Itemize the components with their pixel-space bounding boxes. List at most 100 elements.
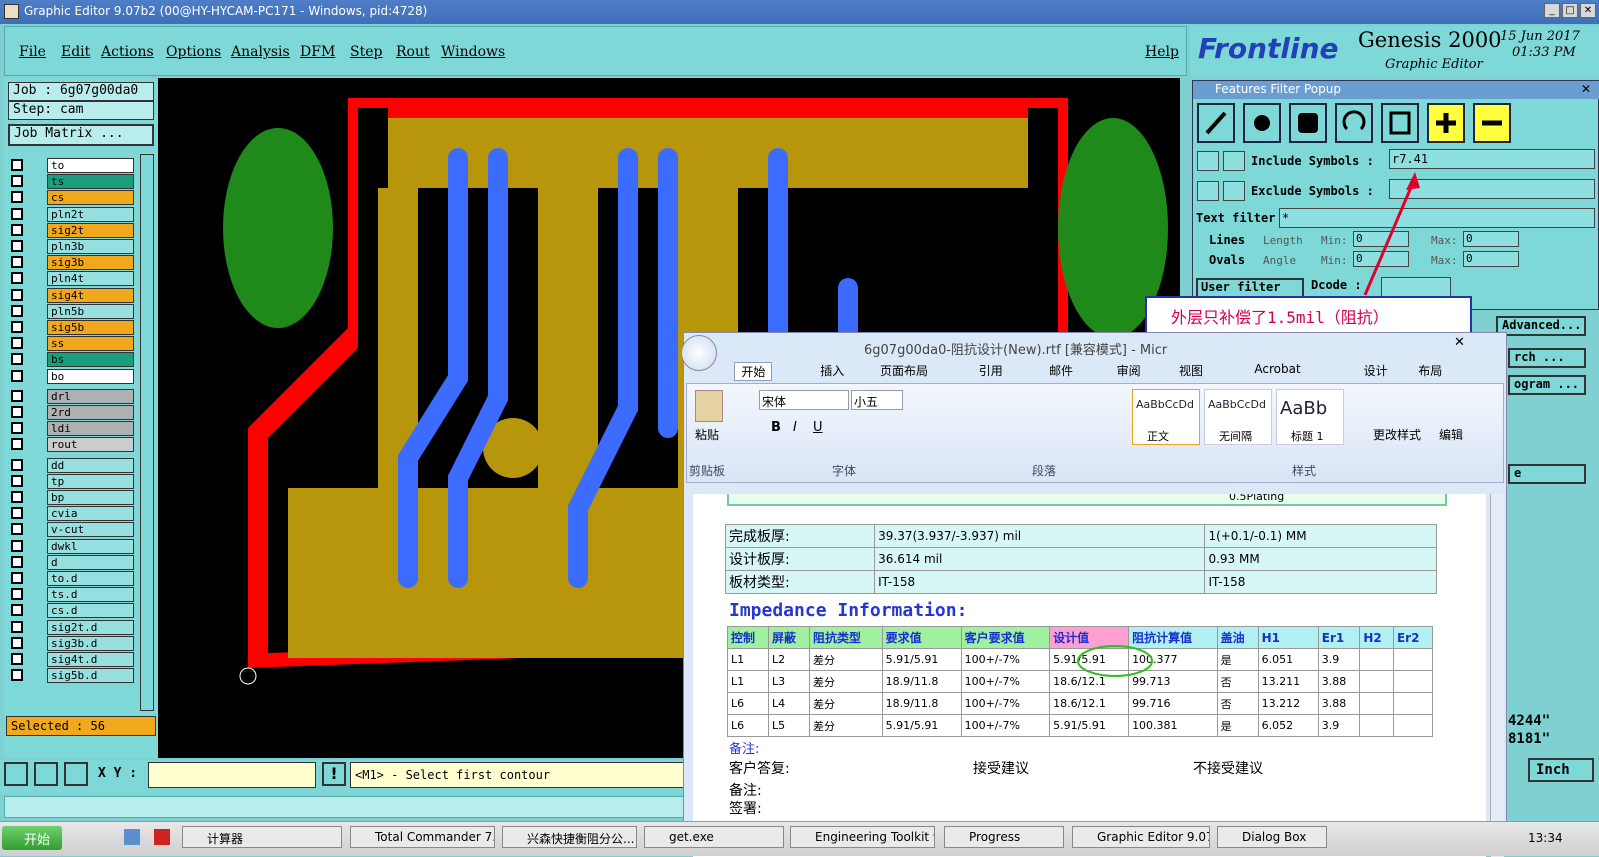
menu-edit[interactable]: Edit xyxy=(61,44,90,60)
font-size-select[interactable]: 小五 xyxy=(851,390,903,410)
layer-row[interactable]: ts.d xyxy=(11,587,135,603)
taskbar-item[interactable]: Engineering Toolkit 9.... xyxy=(790,826,935,848)
layer-name[interactable]: cs xyxy=(47,190,134,206)
layer-name[interactable]: to.d xyxy=(47,571,134,586)
layer-name[interactable]: bs xyxy=(47,352,134,368)
alert-icon[interactable]: ! xyxy=(322,762,346,786)
layer-name[interactable]: pln4t xyxy=(47,271,134,287)
layer-checkbox[interactable] xyxy=(11,523,23,536)
layer-checkbox[interactable] xyxy=(11,491,23,503)
popup-close-button[interactable]: ✕ xyxy=(1581,82,1597,97)
length-max-input[interactable]: 0 xyxy=(1463,231,1519,247)
layer-checkbox[interactable] xyxy=(11,369,23,382)
layer-checkbox[interactable] xyxy=(11,474,23,487)
layer-checkbox[interactable] xyxy=(11,337,23,350)
ribbon-tab[interactable]: 插入 xyxy=(820,362,844,379)
ribbon-tab[interactable]: 视图 xyxy=(1179,362,1203,379)
layer-name[interactable]: v-cut xyxy=(47,522,134,538)
taskbar-item[interactable]: Total Commander 7.0... xyxy=(350,826,495,848)
layer-name[interactable]: ts.d xyxy=(47,587,134,603)
surface-tool-icon[interactable] xyxy=(1289,103,1327,143)
arrow-icon[interactable] xyxy=(1197,181,1219,201)
layer-row[interactable]: cs xyxy=(11,190,135,206)
style-item[interactable]: AaBbCcDd 无间隔 xyxy=(1204,389,1272,445)
pdf-icon[interactable] xyxy=(154,829,170,845)
ribbon-tab[interactable]: 邮件 xyxy=(1049,362,1073,379)
unit-selector[interactable]: Inch xyxy=(1528,758,1594,782)
grid-icon[interactable] xyxy=(64,762,88,786)
zoom-icon[interactable] xyxy=(4,762,28,786)
taskbar-item[interactable]: Progress xyxy=(944,826,1064,848)
layer-name[interactable]: ss xyxy=(47,336,134,352)
layer-checkbox[interactable] xyxy=(11,159,23,171)
layer-row[interactable]: sig3b.d xyxy=(11,635,135,651)
text-tool-icon[interactable] xyxy=(1381,103,1419,143)
layer-row[interactable]: sig5b xyxy=(11,320,135,335)
layer-name[interactable]: tp xyxy=(47,473,134,489)
bold-button[interactable]: B xyxy=(771,420,781,435)
doc-scrollbar[interactable] xyxy=(1490,494,1504,857)
start-button[interactable]: 开始 xyxy=(2,826,62,850)
change-style-button[interactable]: 更改样式 xyxy=(1373,426,1421,443)
arrow-icon[interactable] xyxy=(1223,181,1245,201)
layer-row[interactable]: ss xyxy=(11,336,135,352)
layer-name[interactable]: pln3b xyxy=(47,239,134,254)
ribbon-tab[interactable]: 页面布局 xyxy=(880,362,928,379)
program-button[interactable]: ogram ... xyxy=(1508,375,1586,395)
layer-name[interactable]: sig5b.d xyxy=(47,668,134,684)
angle-max-input[interactable]: 0 xyxy=(1463,251,1519,267)
layer-row[interactable]: sig2t xyxy=(11,222,135,238)
taskbar-item[interactable]: Graphic Editor 9.07b2... xyxy=(1072,826,1210,848)
layer-row[interactable]: pln3b xyxy=(11,239,135,254)
layer-checkbox[interactable] xyxy=(11,175,23,188)
layer-checkbox[interactable] xyxy=(11,240,23,252)
menu-step[interactable]: Step xyxy=(350,44,382,60)
layer-row[interactable]: sig4t xyxy=(11,287,135,303)
layer-checkbox[interactable] xyxy=(11,572,23,584)
layer-row[interactable]: drl xyxy=(11,388,135,404)
layer-name[interactable]: sig3b xyxy=(47,255,134,271)
layer-scrollbar[interactable] xyxy=(140,154,154,711)
layer-name[interactable]: ts xyxy=(47,174,134,190)
layer-name[interactable]: to xyxy=(47,158,134,173)
style-item[interactable]: AaBb 标题 1 xyxy=(1276,389,1344,445)
layer-name[interactable]: dwkl xyxy=(47,538,134,554)
layer-checkbox[interactable] xyxy=(11,389,23,402)
layer-name[interactable]: drl xyxy=(47,388,134,404)
close-button[interactable]: ✕ xyxy=(1580,3,1596,18)
ribbon-tab[interactable]: 引用 xyxy=(979,362,1003,379)
layer-name[interactable]: bp xyxy=(47,490,134,505)
layer-name[interactable]: ldi xyxy=(47,421,134,437)
layer-checkbox[interactable] xyxy=(11,304,23,317)
layer-name[interactable]: 2rd xyxy=(47,405,134,420)
layer-row[interactable]: bp xyxy=(11,490,135,505)
taskbar-item[interactable]: 兴森快捷衡阻分公... xyxy=(502,826,637,848)
layer-row[interactable]: tp xyxy=(11,473,135,489)
italic-button[interactable]: I xyxy=(793,420,797,435)
menu-windows[interactable]: Windows xyxy=(441,44,505,60)
desktop-icon[interactable] xyxy=(124,829,140,845)
maximize-button[interactable]: □ xyxy=(1562,3,1578,18)
layer-row[interactable]: cvia xyxy=(11,506,135,522)
layer-row[interactable]: rout xyxy=(11,437,135,453)
arrow-icon[interactable] xyxy=(1197,151,1219,171)
add-icon[interactable] xyxy=(1427,103,1465,143)
layer-name[interactable]: cvia xyxy=(47,506,134,522)
layer-row[interactable]: bo xyxy=(11,368,135,384)
layer-checkbox[interactable] xyxy=(11,620,23,633)
office-button[interactable] xyxy=(681,335,717,371)
layer-row[interactable]: pln2t xyxy=(11,206,135,222)
menu-rout[interactable]: Rout xyxy=(396,44,430,60)
layer-name[interactable]: dd xyxy=(47,457,134,473)
font-name-select[interactable]: 宋体 xyxy=(759,390,849,410)
layer-name[interactable]: bo xyxy=(47,368,134,384)
layer-name[interactable]: sig5b xyxy=(47,320,134,335)
layer-row[interactable]: sig2t.d xyxy=(11,619,135,635)
paste-button[interactable]: 粘贴 xyxy=(695,426,719,443)
layer-row[interactable]: to xyxy=(11,158,135,173)
minimize-button[interactable]: _ xyxy=(1544,3,1560,18)
ribbon-tab[interactable]: 审阅 xyxy=(1117,362,1141,379)
layer-row[interactable]: d xyxy=(11,554,135,570)
layer-row[interactable]: sig3b xyxy=(11,255,135,271)
job-matrix-button[interactable]: Job Matrix ... xyxy=(8,124,154,146)
